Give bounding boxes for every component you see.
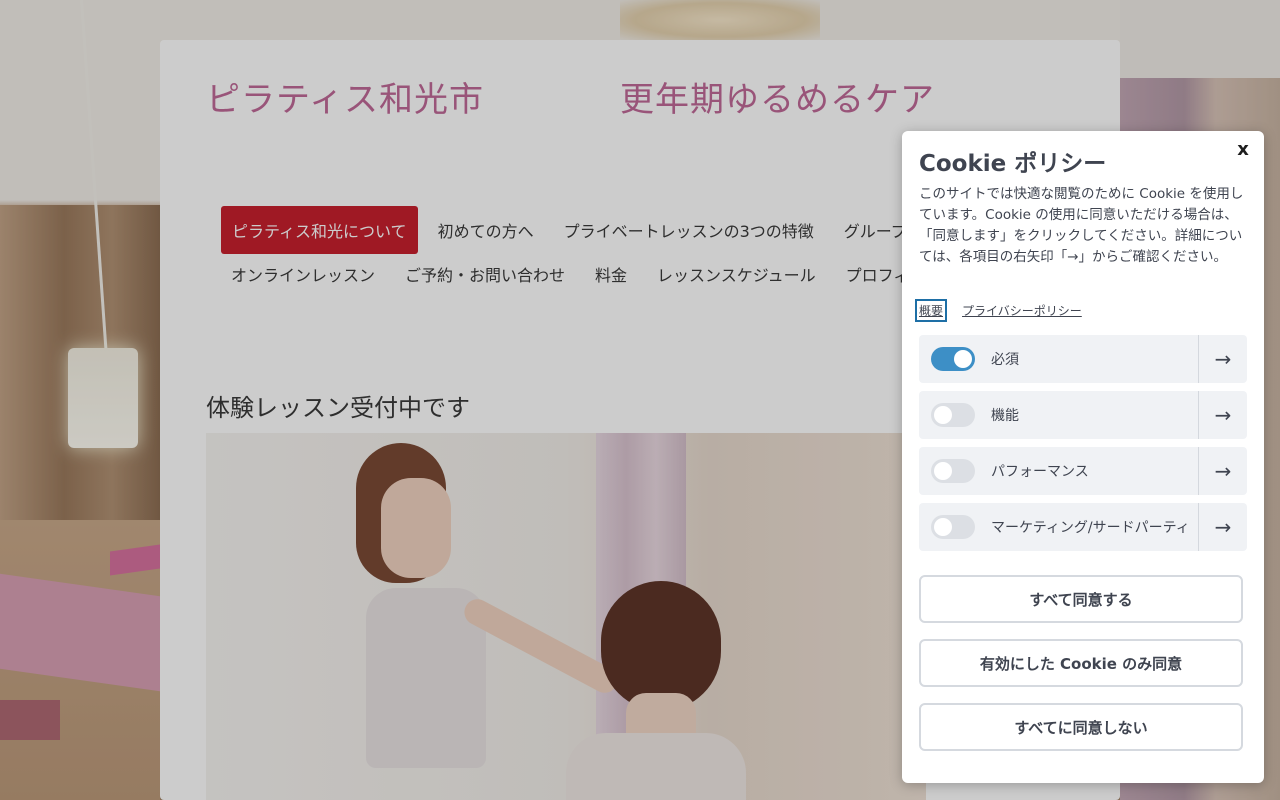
- toggle-knob: [934, 518, 952, 536]
- category-label: パフォーマンス: [991, 464, 1089, 480]
- accept-all-button[interactable]: すべて同意する: [919, 575, 1243, 623]
- cookie-dialog-description: このサイトでは快適な閲覧のために Cookie を使用しています。Cookie …: [919, 186, 1244, 265]
- toggle-functional[interactable]: [931, 403, 975, 427]
- category-label: マーケティング/サードパーティ: [991, 520, 1190, 536]
- cookie-category-marketing: マーケティング/サードパーティ →: [919, 503, 1247, 551]
- category-label: 必須: [991, 352, 1019, 368]
- toggle-required[interactable]: [931, 347, 975, 371]
- cookie-dialog-tabs: 概要 プライバシーポリシー: [915, 299, 1097, 322]
- arrow-right-icon[interactable]: →: [1198, 447, 1247, 495]
- toggle-performance[interactable]: [931, 459, 975, 483]
- category-label: 機能: [991, 408, 1019, 424]
- privacy-policy-link[interactable]: プライバシーポリシー: [959, 300, 1085, 321]
- cookie-dialog-title: Cookie ポリシー: [919, 151, 1107, 177]
- cookie-category-required: 必須 →: [919, 335, 1247, 383]
- cookie-category-list: 必須 → 機能 → パフォーマンス → マーケティング/サードパーティ →: [919, 335, 1247, 559]
- reject-all-button[interactable]: すべてに同意しない: [919, 703, 1243, 751]
- tab-overview[interactable]: 概要: [915, 299, 948, 322]
- close-icon[interactable]: x: [1232, 139, 1254, 161]
- cookie-category-functional: 機能 →: [919, 391, 1247, 439]
- toggle-knob: [934, 462, 952, 480]
- cookie-policy-dialog: x Cookie ポリシー このサイトでは快適な閲覧のために Cookie を使…: [902, 131, 1264, 783]
- arrow-right-icon[interactable]: →: [1198, 391, 1247, 439]
- arrow-right-icon[interactable]: →: [1198, 335, 1247, 383]
- toggle-knob: [954, 350, 972, 368]
- toggle-knob: [934, 406, 952, 424]
- cookie-category-performance: パフォーマンス →: [919, 447, 1247, 495]
- accept-selected-button[interactable]: 有効にした Cookie のみ同意: [919, 639, 1243, 687]
- arrow-right-icon[interactable]: →: [1198, 503, 1247, 551]
- toggle-marketing[interactable]: [931, 515, 975, 539]
